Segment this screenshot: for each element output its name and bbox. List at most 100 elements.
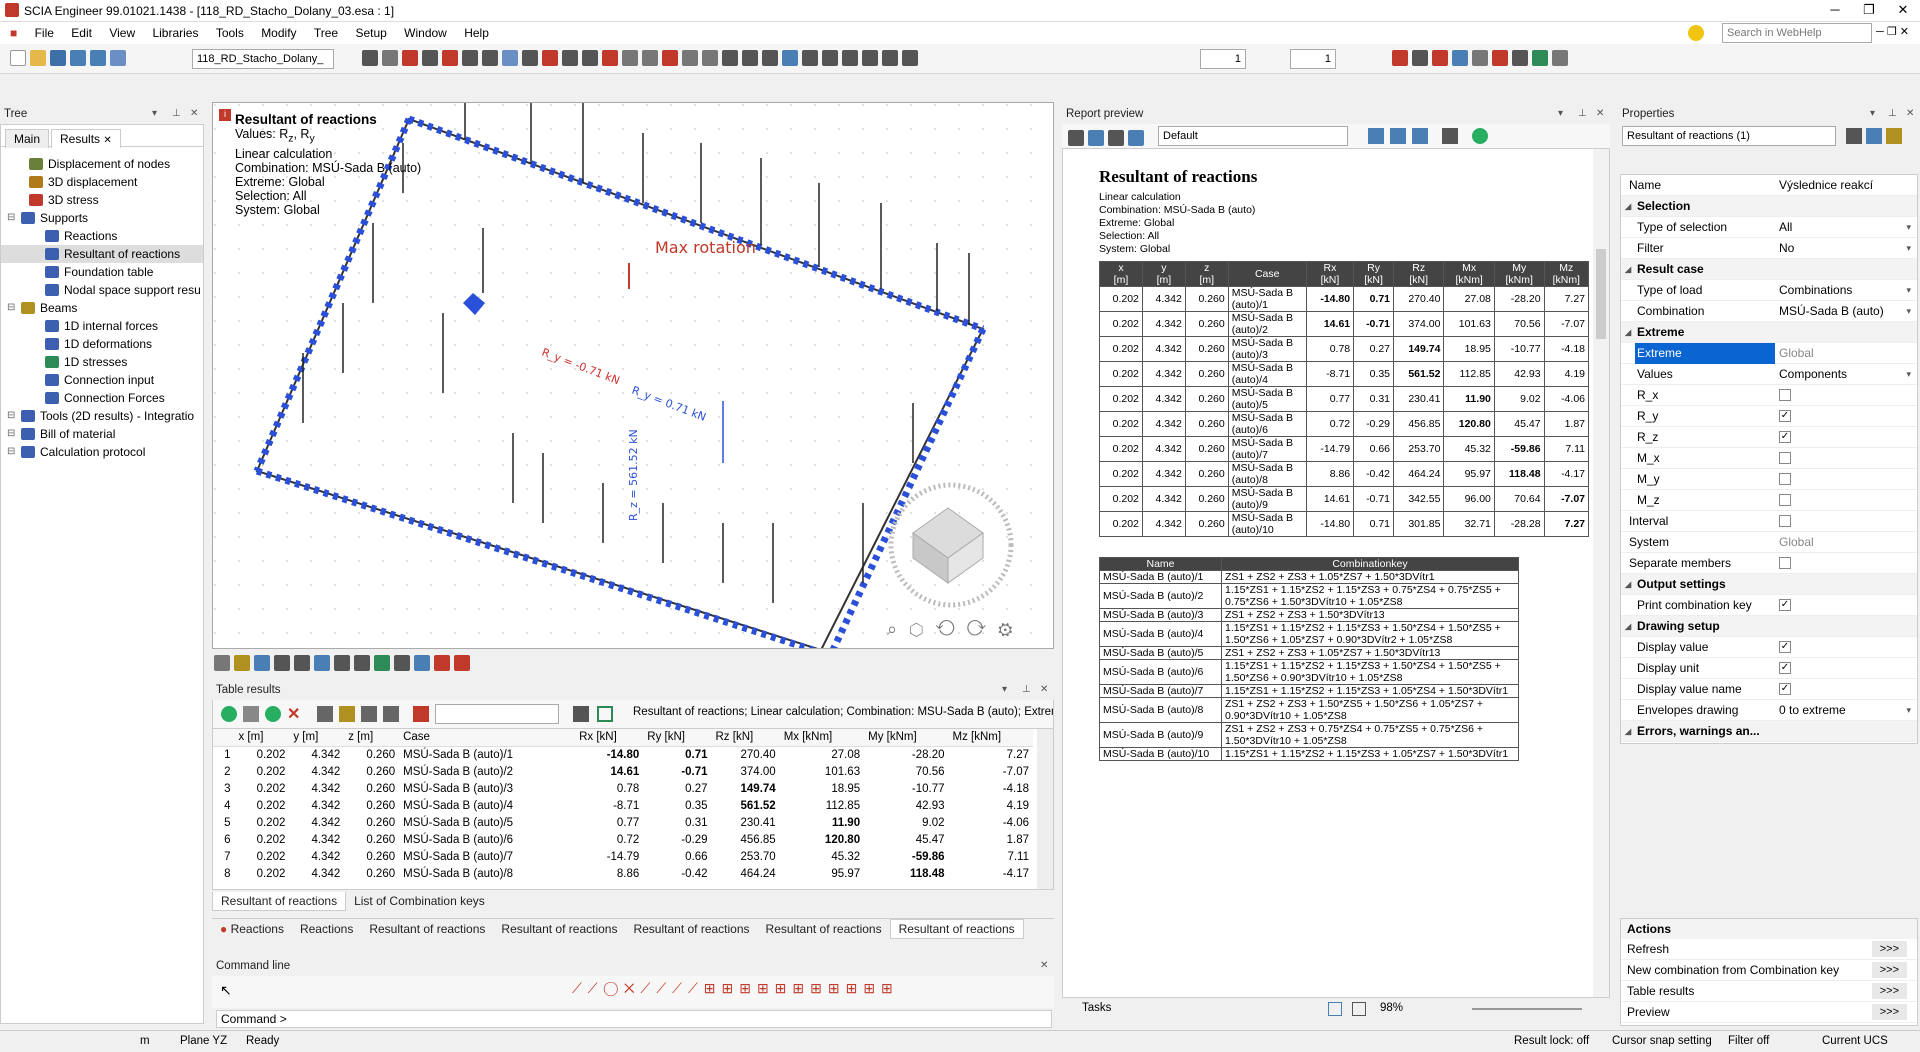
action-button[interactable]: >>> — [1871, 983, 1907, 999]
column-header[interactable]: My [kNm] — [864, 729, 949, 747]
tree-item[interactable]: Foundation table — [1, 263, 203, 281]
smiley-icon[interactable] — [1688, 25, 1704, 41]
property-value[interactable]: Global — [1779, 343, 1814, 364]
toolbar-icon[interactable] — [682, 50, 698, 66]
layout-icon[interactable] — [1442, 128, 1458, 144]
toolbar-icon[interactable] — [1088, 130, 1104, 146]
property-checkbox[interactable] — [1779, 494, 1791, 506]
doc-tab[interactable]: Resultant of reactions — [493, 920, 625, 938]
refresh-icon[interactable] — [1472, 128, 1488, 144]
toolbar-icon[interactable] — [822, 50, 838, 66]
dropdown-icon[interactable]: ▾ — [1906, 217, 1911, 238]
toolbar-icon[interactable] — [502, 50, 518, 66]
table-row[interactable]: 2 0.202 4.342 0.260 MSÚ-Sada B (auto)/2 14.61… — [213, 763, 1033, 780]
close-icon[interactable]: ✕ — [1886, 0, 1920, 22]
toolbar-icon[interactable] — [522, 50, 538, 66]
table-icon[interactable] — [361, 706, 377, 722]
toolbar-icon[interactable] — [602, 50, 618, 66]
column-header[interactable]: x [m] — [234, 729, 290, 747]
tree-item[interactable]: ⊟ Calculation protocol — [1, 443, 203, 461]
toolbar-icon[interactable] — [482, 50, 498, 66]
filter-icon[interactable] — [1866, 128, 1882, 144]
toolbar-icon[interactable] — [402, 50, 418, 66]
close-icon[interactable]: ✕ — [1040, 684, 1048, 695]
toolbar-icon[interactable] — [334, 655, 350, 671]
collapse-icon[interactable]: ◢ — [1625, 721, 1631, 742]
tree-item[interactable]: 1D stresses — [1, 353, 203, 371]
toolbar-icon[interactable] — [622, 50, 638, 66]
column-header[interactable] — [213, 729, 235, 747]
collapse-icon[interactable]: ◢ — [1625, 196, 1631, 217]
save-icon[interactable] — [50, 50, 66, 66]
dropdown-icon[interactable]: ▾ — [1906, 364, 1911, 385]
toolbar-icon[interactable] — [314, 655, 330, 671]
new-icon[interactable] — [10, 50, 26, 66]
column-header[interactable]: Case — [399, 729, 576, 747]
doc-tab[interactable]: Resultant of reactions — [625, 920, 757, 938]
dropdown-icon[interactable]: ▾ — [1906, 700, 1911, 721]
print-icon[interactable] — [1108, 130, 1124, 146]
toolbar-icon[interactable] — [782, 50, 798, 66]
menu-window[interactable]: Window — [397, 22, 454, 44]
redo-icon[interactable] — [90, 50, 106, 66]
toolbar-icon[interactable] — [214, 655, 230, 671]
property-value[interactable]: 0 to extreme — [1779, 700, 1846, 721]
toolbar-icon[interactable] — [762, 50, 778, 66]
tree-item[interactable]: 3D displacement — [1, 173, 203, 191]
info-icon[interactable]: i — [219, 109, 231, 121]
expand-icon[interactable]: ⊟ — [7, 407, 15, 425]
tree-item[interactable]: 1D deformations — [1, 335, 203, 353]
property-checkbox[interactable]: ✓ — [1779, 683, 1791, 695]
expand-icon[interactable]: ⊟ — [7, 209, 15, 227]
pin-icon[interactable]: ⊥ — [172, 108, 181, 119]
status-cursor-snap[interactable]: Cursor snap setting — [1612, 1035, 1712, 1047]
status-ucs[interactable]: Current UCS — [1822, 1035, 1888, 1047]
doc-tab[interactable]: Resultant of reactions — [758, 920, 890, 938]
column-header[interactable]: Rx [kN] — [575, 729, 644, 747]
tree-item[interactable]: Nodal space support resu — [1, 281, 203, 299]
property-row[interactable]: ◢ Drawing setup — [1621, 616, 1917, 637]
expand-icon[interactable]: ⊟ — [7, 443, 15, 461]
tree-item[interactable]: Resultant of reactions — [1, 245, 203, 263]
property-checkbox[interactable]: ✓ — [1779, 662, 1791, 674]
toolbar-icon[interactable] — [802, 50, 818, 66]
toolbar-icon[interactable] — [722, 50, 738, 66]
properties-selector[interactable]: Resultant of reactions (1) — [1622, 126, 1836, 146]
column-header[interactable]: Rz [kN] — [711, 729, 780, 747]
action-row[interactable]: Table results >>> — [1621, 981, 1917, 1002]
toolbar-icon[interactable] — [394, 655, 410, 671]
tree-item[interactable]: Displacement of nodes — [1, 155, 203, 173]
tree-item[interactable]: ⊟ Supports — [1, 209, 203, 227]
status-filter[interactable]: Filter off — [1728, 1035, 1769, 1047]
action-button[interactable]: >>> — [1871, 1004, 1907, 1020]
report-scroll-thumb[interactable] — [1596, 249, 1606, 339]
tree-item[interactable]: Connection input — [1, 371, 203, 389]
toolbar-icon[interactable] — [742, 50, 758, 66]
action-row[interactable]: Refresh >>> — [1621, 939, 1917, 960]
column-header[interactable]: Mx [kNm] — [779, 729, 865, 747]
menu-tree[interactable]: Tree — [307, 22, 345, 44]
action-row[interactable]: New combination from Combination key >>> — [1621, 960, 1917, 981]
tab-main[interactable]: Main — [5, 129, 50, 148]
toolbar-icon[interactable] — [434, 655, 450, 671]
tree-item[interactable]: ⊟ Beams — [1, 299, 203, 317]
property-checkbox[interactable]: ✓ — [1779, 431, 1791, 443]
edit-icon[interactable] — [1886, 128, 1902, 144]
property-row[interactable]: ◢ Result case — [1621, 259, 1917, 280]
property-row[interactable]: ◢ Selection — [1621, 196, 1917, 217]
project-select[interactable]: 118_RD_Stacho_Dolany_ — [192, 49, 334, 69]
close-icon[interactable]: ✕ — [190, 108, 198, 119]
filter-icon[interactable] — [413, 706, 429, 722]
spin-input-2[interactable]: 1 — [1290, 49, 1336, 69]
toolbar-icon[interactable] — [454, 655, 470, 671]
tasks-label[interactable]: Tasks — [1082, 1002, 1111, 1014]
report-scrollbar[interactable] — [1593, 149, 1609, 997]
toolbar-icon[interactable] — [1492, 50, 1508, 66]
table-row[interactable]: 5 0.202 4.342 0.260 MSÚ-Sada B (auto)/5 0.77 0… — [213, 814, 1033, 831]
property-checkbox[interactable] — [1779, 452, 1791, 464]
graphic-viewport[interactable]: Max rotation R_y = -0.71 kN R_y = 0.71 k… — [212, 102, 1054, 649]
doc-tab[interactable]: ● Reactions — [212, 920, 292, 938]
toolbar-icon[interactable] — [354, 655, 370, 671]
toolbar-icon[interactable] — [902, 50, 918, 66]
snap-icons[interactable]: ⟋⟋◯✕⟋⟋⟋⟋⊞⊞⊞⊞⊞⊞⊞⊞⊞⊞⊞ — [572, 980, 899, 997]
